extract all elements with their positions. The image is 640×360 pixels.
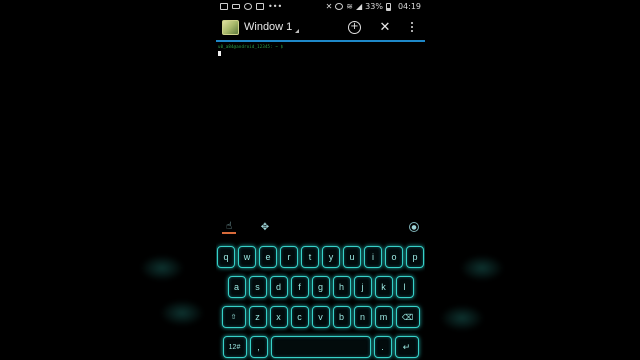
key-l[interactable]: l [395, 276, 414, 298]
enter-key[interactable]: ↵ [394, 336, 419, 358]
clock: 04:19 [397, 2, 421, 11]
battery-icon [385, 2, 391, 11]
key-o[interactable]: o [385, 246, 403, 268]
symbols-key[interactable]: 12# [222, 336, 247, 358]
text-cursor [218, 51, 221, 56]
backspace-key[interactable]: ⌫ [395, 306, 420, 328]
blurred-reflection-left-1 [140, 255, 184, 281]
title-bar-actions: + ✕ [348, 20, 419, 34]
key-h[interactable]: h [332, 276, 351, 298]
phone-screen: ••• ✕ ≋ ◢ 33% 04:19 Window 1 + ✕ u0_a84@… [216, 0, 425, 360]
key-x[interactable]: x [269, 306, 288, 328]
key-i[interactable]: i [364, 246, 382, 268]
settings-circle-icon[interactable]: ● [409, 222, 419, 232]
key-q[interactable]: q [217, 246, 235, 268]
key-f[interactable]: f [290, 276, 309, 298]
blurred-reflection-left-2 [160, 300, 204, 326]
move-icon[interactable]: ✥ [258, 220, 272, 234]
battery-percent: 33% [365, 2, 383, 11]
key-s[interactable]: s [248, 276, 267, 298]
space-key[interactable] [270, 336, 371, 358]
keyboard-toolbar: ☝ ✥ ● [216, 216, 425, 238]
keyboard-row-3: ⇧ z x c v b n m ⌫ [216, 306, 425, 328]
screen-icon [256, 3, 264, 10]
key-n[interactable]: n [353, 306, 372, 328]
shell-prompt: u0_a84@android_12345: ~ $ [218, 44, 284, 49]
signal-icon: ◢ [356, 2, 363, 11]
mute-icon: ✕ [325, 2, 333, 11]
app-notification-icon [220, 3, 228, 10]
keyboard-row-4: 12# , . ↵ [216, 336, 425, 358]
more-options-icon[interactable] [409, 20, 415, 34]
window-title[interactable]: Window 1 [244, 21, 300, 33]
do-not-disturb-icon [244, 3, 252, 10]
dots-icon: ••• [268, 2, 283, 11]
keyboard-row-2: asdfghjkl [216, 276, 425, 298]
close-window-button[interactable]: ✕ [378, 20, 392, 34]
status-right-icons: ✕ ≋ ◢ 33% 04:19 [326, 2, 421, 11]
key-r[interactable]: r [280, 246, 298, 268]
period-key[interactable]: . [373, 336, 392, 358]
soft-keyboard: qwertyuiop asdfghjkl ⇧ z x c v b n m ⌫ 12# , . ↵ [216, 240, 425, 360]
key-t[interactable]: t [301, 246, 319, 268]
key-k[interactable]: k [374, 276, 393, 298]
key-j[interactable]: j [353, 276, 372, 298]
comma-key[interactable]: , [249, 336, 268, 358]
terminal-title-bar: Window 1 + ✕ [216, 14, 425, 40]
keyboard-row-1: qwertyuiop [216, 246, 425, 268]
status-bar: ••• ✕ ≋ ◢ 33% 04:19 [216, 0, 425, 13]
key-w[interactable]: w [238, 246, 256, 268]
status-left-icons: ••• [220, 2, 282, 11]
key-p[interactable]: p [406, 246, 424, 268]
key-c[interactable]: c [290, 306, 309, 328]
key-b[interactable]: b [332, 306, 351, 328]
wifi-icon: ≋ [346, 2, 353, 11]
window-thumbnail-icon[interactable] [222, 19, 239, 35]
alarm-icon [335, 3, 344, 10]
key-v[interactable]: v [311, 306, 330, 328]
blurred-reflection-right-2 [440, 305, 484, 331]
mail-icon [232, 4, 240, 9]
key-y[interactable]: y [322, 246, 340, 268]
key-z[interactable]: z [248, 306, 267, 328]
key-e[interactable]: e [259, 246, 277, 268]
new-window-button[interactable]: + [348, 20, 361, 34]
hand-icon[interactable]: ☝ [222, 220, 236, 234]
key-u[interactable]: u [343, 246, 361, 268]
shift-key[interactable]: ⇧ [221, 306, 246, 328]
terminal-output[interactable]: u0_a84@android_12345: ~ $ [216, 42, 425, 214]
key-g[interactable]: g [311, 276, 330, 298]
key-m[interactable]: m [374, 306, 393, 328]
blurred-reflection-right-1 [460, 255, 504, 281]
key-d[interactable]: d [269, 276, 288, 298]
key-a[interactable]: a [227, 276, 246, 298]
